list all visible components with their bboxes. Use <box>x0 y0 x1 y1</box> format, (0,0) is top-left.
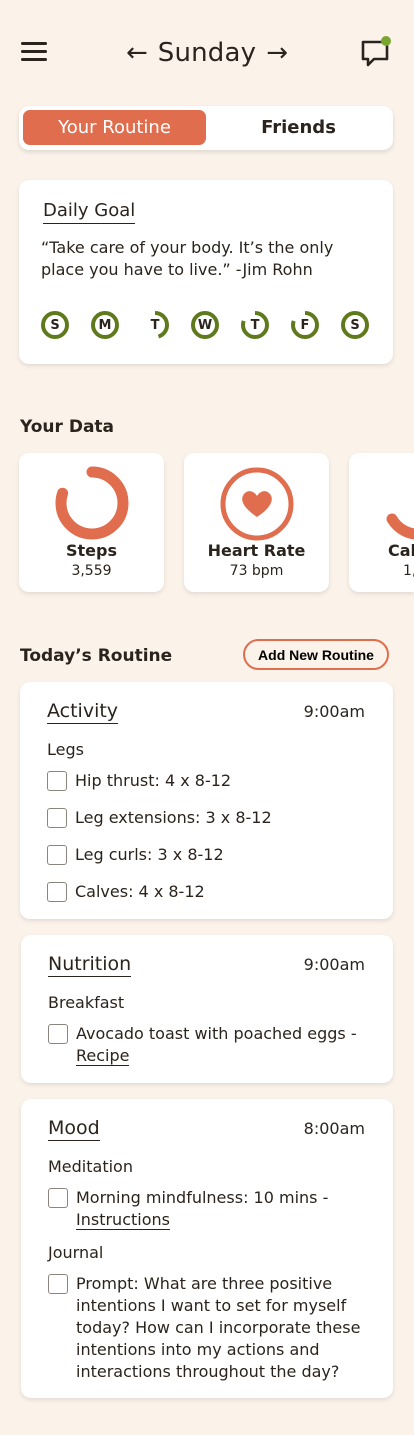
steps-card[interactable]: Steps 3,559 <box>19 453 164 592</box>
mood-time: 8:00am <box>303 1119 365 1138</box>
chat-icon[interactable] <box>360 36 392 68</box>
daily-goal-quote: “Take care of your body. It’s the only p… <box>41 238 334 279</box>
tab-friends[interactable]: Friends <box>207 110 390 145</box>
task-item: Hip thrust: 4 x 8-12 <box>47 770 231 792</box>
your-data-title: Your Data <box>20 417 115 437</box>
calories-value: 1, <box>403 563 414 579</box>
task-item: Avocado toast with poached eggs - Recipe <box>48 1023 368 1067</box>
steps-label: Steps <box>66 541 117 560</box>
day-title: Sunday <box>157 38 257 68</box>
daily-goal-title: Daily Goal <box>43 200 136 224</box>
calories-ring-icon <box>386 513 414 540</box>
day-letter: T <box>150 317 160 333</box>
day-progress-circle[interactable]: S <box>40 310 70 340</box>
day-progress-circle[interactable]: T <box>140 310 170 340</box>
steps-value: 3,559 <box>71 563 112 579</box>
task-checkbox[interactable] <box>48 1188 68 1208</box>
activity-card: Activity 9:00am Legs Hip thrust: 4 x 8-1… <box>20 682 393 919</box>
day-letter: F <box>300 317 310 333</box>
day-progress-circle[interactable]: F <box>290 310 320 340</box>
task-text: Calves: 4 x 8-12 <box>75 882 205 901</box>
heart-rate-label: Heart Rate <box>207 541 306 560</box>
nutrition-group-label: Breakfast <box>48 993 125 1012</box>
task-item: Leg curls: 3 x 8-12 <box>47 844 224 866</box>
task-text: Leg curls: 3 x 8-12 <box>75 845 224 864</box>
mood-title[interactable]: Mood <box>48 1117 100 1141</box>
mood-card: Mood 8:00am Meditation Morning mindfulne… <box>21 1099 393 1398</box>
day-letter: M <box>98 317 112 333</box>
recipe-link[interactable]: Recipe <box>76 1046 130 1066</box>
nutrition-card: Nutrition 9:00am Breakfast Avocado toast… <box>21 935 393 1083</box>
day-letter: S <box>350 317 360 333</box>
day-letter: T <box>250 317 260 333</box>
day-letter: W <box>197 317 213 333</box>
heart-rate-value: 73 bpm <box>229 563 284 579</box>
task-text: Morning mindfulness: 10 mins - <box>76 1188 329 1207</box>
task-checkbox[interactable] <box>47 808 67 828</box>
heart-rate-card[interactable]: Heart Rate 73 bpm <box>184 453 329 592</box>
previous-day-arrow-icon[interactable]: ← <box>126 40 148 66</box>
task-text: Leg extensions: 3 x 8-12 <box>75 808 272 827</box>
journal-label: Journal <box>48 1243 104 1262</box>
task-text: Prompt: What are three positive intentio… <box>76 1274 361 1381</box>
calories-card[interactable]: Cal 1, <box>349 453 414 592</box>
tab-your-routine[interactable]: Your Routine <box>23 110 206 145</box>
activity-title[interactable]: Activity <box>47 700 119 724</box>
day-navigation: ← Sunday → <box>0 33 414 73</box>
task-item: Morning mindfulness: 10 mins - Instructi… <box>48 1187 368 1231</box>
daily-goal-card: Daily Goal “Take care of your body. It’s… <box>19 180 393 364</box>
routine-tabs: Your Routine Friends <box>19 106 393 150</box>
task-checkbox[interactable] <box>48 1274 68 1294</box>
task-checkbox[interactable] <box>47 882 67 902</box>
task-checkbox[interactable] <box>47 771 67 791</box>
day-progress-circle[interactable]: S <box>340 310 370 340</box>
todays-routine-title: Today’s Routine <box>20 646 173 666</box>
task-text: Hip thrust: 4 x 8-12 <box>75 771 232 790</box>
steps-ring-icon <box>55 466 129 540</box>
day-progress-circle[interactable]: W <box>190 310 220 340</box>
nutrition-time: 9:00am <box>303 955 365 974</box>
day-progress-circle[interactable]: T <box>240 310 270 340</box>
activity-group-label: Legs <box>47 740 84 759</box>
next-day-arrow-icon[interactable]: → <box>266 40 288 66</box>
activity-time: 9:00am <box>303 702 365 721</box>
task-item: Leg extensions: 3 x 8-12 <box>47 807 272 829</box>
calories-label: Cal <box>388 541 414 560</box>
task-checkbox[interactable] <box>47 845 67 865</box>
nutrition-title[interactable]: Nutrition <box>48 953 132 977</box>
instructions-link[interactable]: Instructions <box>76 1210 170 1230</box>
task-text: Avocado toast with poached eggs - <box>76 1024 357 1043</box>
task-item: Prompt: What are three positive intentio… <box>48 1273 370 1383</box>
day-progress-circle[interactable]: M <box>90 310 120 340</box>
day-letter: S <box>50 317 60 333</box>
task-item: Calves: 4 x 8-12 <box>47 881 205 903</box>
weekday-progress: SMTWTFS <box>39 310 379 340</box>
heart-icon <box>220 467 294 541</box>
add-new-routine-button[interactable]: Add New Routine <box>243 639 389 670</box>
meditation-label: Meditation <box>48 1157 133 1176</box>
task-checkbox[interactable] <box>48 1024 68 1044</box>
